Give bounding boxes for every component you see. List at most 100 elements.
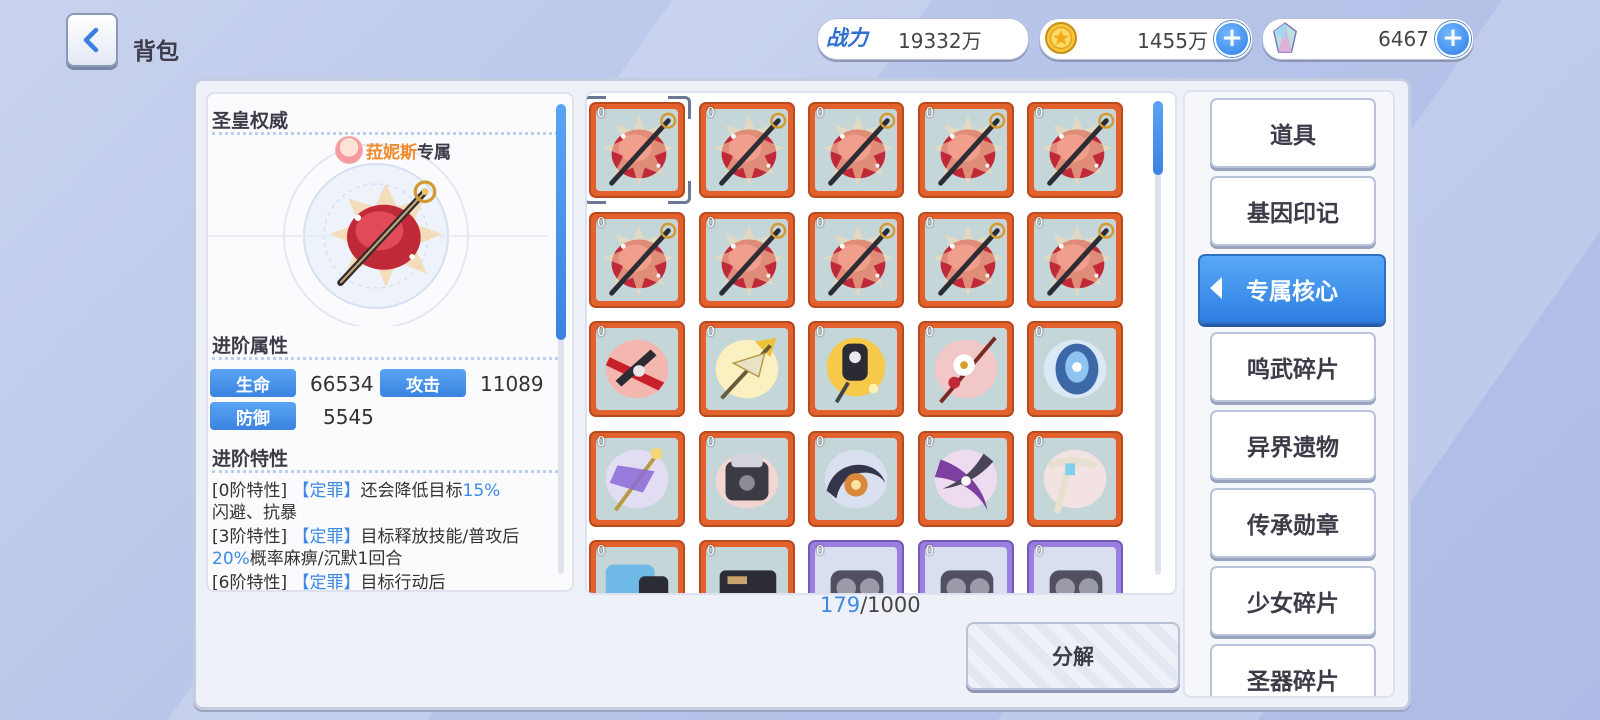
item-count: 0 [925, 215, 934, 231]
hp-label: 生命 [210, 369, 296, 397]
inventory-item-scepter[interactable]: 0 [589, 211, 685, 308]
inventory-item-rose-staff[interactable]: 0 [917, 321, 1014, 417]
grid-scrollbar-thumb[interactable] [1153, 101, 1163, 175]
category-label: 道具 [1270, 123, 1316, 149]
inventory-item-scepter[interactable]: 0 [587, 96, 691, 204]
crescent-blade-icon [934, 449, 997, 510]
inventory-item-scepter[interactable]: 0 [1027, 211, 1123, 308]
inventory-item-gear-part[interactable]: 0 [808, 540, 904, 593]
inventory-item-engine-core[interactable]: 0 [698, 430, 795, 527]
category-tab[interactable]: 鸣武碎片 [1210, 332, 1376, 402]
item-count: 0 [597, 215, 606, 231]
selection-corner [668, 181, 691, 204]
category-tab[interactable]: 道具 [1210, 98, 1376, 168]
detail-scrollbar-thumb[interactable] [556, 104, 566, 340]
red-blade-icon [605, 339, 669, 399]
divider [212, 357, 558, 360]
inventory-item-scepter[interactable]: 0 [808, 102, 904, 198]
category-label: 圣器碎片 [1247, 669, 1339, 695]
power-label-badge: 战力 [826, 26, 868, 50]
item-count: 0 [925, 106, 934, 121]
chevron-left-icon [1210, 277, 1222, 299]
item-name: 圣皇权威 [212, 110, 289, 132]
inventory-item-tentacle-orb[interactable]: 0 [808, 430, 904, 527]
category-tab[interactable]: 传承勋章 [1210, 488, 1376, 558]
decompose-button[interactable]: 分解 [966, 622, 1180, 690]
inventory-item-crescent-blade[interactable]: 0 [917, 430, 1014, 527]
trait-text: 概率麻痹/沉默1回合 [249, 549, 403, 569]
advanced-attributes-title: 进阶属性 [212, 335, 289, 357]
item-count: 0 [1035, 544, 1044, 559]
scepter-icon [1041, 112, 1115, 188]
scepter-icon [932, 112, 1005, 188]
chain-gear-icon [826, 337, 886, 404]
add-gem-button[interactable]: + [1435, 21, 1471, 57]
item-count: 0 [597, 544, 606, 559]
item-count: 0 [1035, 106, 1044, 121]
divider [212, 470, 558, 473]
trait-6: [6阶特性] 【定罪】目标行动后 [212, 572, 558, 592]
category-tab[interactable]: 专属核心 [1198, 254, 1386, 324]
category-menu: 道具基因印记专属核心鸣武碎片异界遗物传承勋章少女碎片圣器碎片 [1183, 90, 1395, 698]
category-tab[interactable]: 圣器碎片 [1210, 644, 1376, 696]
item-count: 0 [1035, 434, 1044, 450]
inventory-item-purple-staff[interactable]: 0 [589, 430, 685, 527]
blue-mech-icon [1043, 339, 1107, 399]
inventory-item-blue-canister[interactable]: 0 [589, 540, 685, 593]
item-count: 0 [706, 434, 715, 450]
inventory-item-blue-mech[interactable]: 0 [1027, 321, 1123, 417]
selection-corner [668, 96, 691, 119]
gear-part-icon [830, 570, 884, 593]
gold-spear-icon [715, 337, 778, 400]
back-arrow-icon [83, 27, 99, 53]
inventory-item-red-blade[interactable]: 0 [589, 321, 685, 417]
advanced-traits-title: 进阶特性 [212, 448, 289, 470]
inventory-item-scepter[interactable]: 0 [917, 102, 1014, 198]
category-tab[interactable]: 基因印记 [1210, 176, 1376, 246]
inventory-item-scepter[interactable]: 0 [698, 102, 795, 198]
tentacle-orb-icon [824, 449, 888, 508]
trait-prefix: [3阶特性] [212, 527, 288, 547]
owner-name: 菈妮斯 [366, 142, 417, 163]
item-count: 0 [706, 544, 715, 559]
inventory-item-scepter[interactable]: 0 [698, 211, 795, 308]
inventory-item-chain-gear[interactable]: 0 [808, 321, 904, 417]
inventory-item-gold-spear[interactable]: 0 [698, 321, 795, 417]
add-gold-button[interactable]: + [1214, 21, 1250, 57]
category-label: 异界遗物 [1247, 435, 1339, 461]
exclusive-owner-label: 菈妮斯 专属 [335, 136, 451, 164]
scepter-icon [603, 222, 677, 297]
gem-display: 6467 + [1262, 18, 1474, 60]
inventory-item-gear-part[interactable]: 0 [1027, 540, 1123, 593]
back-button[interactable] [66, 13, 118, 67]
trait-prefix: [6阶特性] [212, 573, 288, 592]
inventory-item-scepter[interactable]: 0 [917, 211, 1014, 308]
inventory-item-scepter[interactable]: 0 [1027, 102, 1123, 198]
blue-canister-icon [605, 564, 669, 593]
category-label: 基因印记 [1247, 201, 1339, 227]
rose-staff-icon [934, 336, 997, 404]
inventory-count-max: 1000 [867, 593, 921, 617]
gear-part-icon [940, 570, 993, 593]
category-tab[interactable]: 少女碎片 [1210, 566, 1376, 636]
crystal-icon [1273, 22, 1297, 53]
plus-icon: + [1221, 22, 1243, 53]
selection-corner [587, 96, 606, 119]
selection-corner [587, 181, 606, 204]
scepter-icon [713, 112, 786, 188]
inventory-item-bone-claw[interactable]: 0 [1027, 430, 1123, 527]
category-tab[interactable]: 异界遗物 [1210, 410, 1376, 480]
trait-tag: 【定罪】 [292, 527, 361, 547]
item-count: 0 [925, 544, 934, 559]
inventory-item-scepter[interactable]: 0 [808, 211, 904, 308]
scepter-icon [932, 222, 1005, 297]
inventory-item-gear-part[interactable]: 0 [917, 540, 1014, 593]
item-count: 0 [816, 215, 825, 231]
dark-frame-icon [719, 570, 776, 593]
scepter-icon [713, 222, 786, 297]
inventory-item-dark-frame[interactable]: 0 [698, 540, 795, 593]
engine-core-icon [715, 453, 778, 508]
trait-text: 目标行动后 [360, 573, 446, 592]
gear-part-icon [1049, 570, 1103, 593]
item-count: 0 [925, 325, 934, 340]
